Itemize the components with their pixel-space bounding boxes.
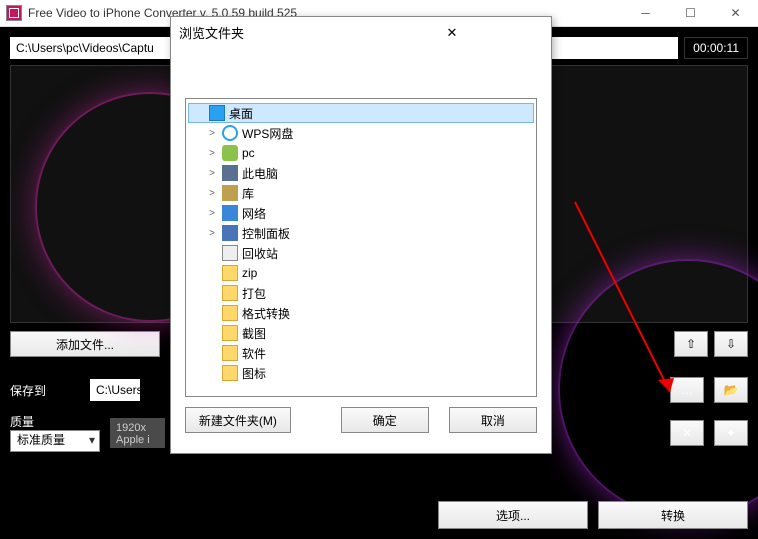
tree-node-cloud[interactable]: > WPS网盘	[188, 123, 534, 143]
ok-button[interactable]: 确定	[341, 407, 429, 433]
tree-node-pc[interactable]: > 此电脑	[188, 163, 534, 183]
cancel-button[interactable]: 取消	[449, 407, 537, 433]
tree-node-folder[interactable]: 格式转换	[188, 303, 534, 323]
convert-button[interactable]: 转换	[598, 501, 748, 529]
folder-icon	[222, 265, 238, 281]
quality-select[interactable]: 标准质量	[10, 430, 100, 452]
move-down-button[interactable]: ⇩	[714, 331, 748, 357]
options-button[interactable]: 选项...	[438, 501, 588, 529]
tree-node-user[interactable]: > pc	[188, 143, 534, 163]
tree-node-label: WPS网盘	[242, 125, 293, 142]
arrow-down-icon: ⇩	[726, 337, 736, 351]
expander-icon[interactable]: >	[206, 168, 218, 179]
expander-icon[interactable]: >	[206, 228, 218, 239]
settings-button[interactable]: ✕	[670, 420, 704, 446]
minimize-button[interactable]: ─	[623, 0, 668, 26]
folder-icon	[222, 305, 238, 321]
dialog-title: 浏览文件夹	[179, 23, 361, 42]
save-to-label: 保存到	[10, 382, 80, 399]
desktop-icon	[209, 105, 225, 121]
app-icon	[6, 5, 22, 21]
expander-icon[interactable]: >	[206, 208, 218, 219]
tree-node-folder[interactable]: 打包	[188, 283, 534, 303]
format-info: 1920x Apple i	[110, 418, 165, 448]
ellipsis-icon: …	[681, 383, 693, 397]
tree-node-folder[interactable]: 软件	[188, 343, 534, 363]
tree-node-label: 此电脑	[242, 165, 278, 182]
arrow-up-icon: ⇧	[686, 337, 696, 351]
maximize-button[interactable]: ☐	[668, 0, 713, 26]
folder-icon	[222, 345, 238, 361]
tree-node-net[interactable]: > 网络	[188, 203, 534, 223]
dialog-close-button[interactable]: ✕	[361, 25, 543, 41]
tree-node-label: 回收站	[242, 245, 278, 262]
tree-node-label: 打包	[242, 285, 266, 302]
pc-icon	[222, 165, 238, 181]
tree-node-desktop[interactable]: 桌面	[188, 103, 534, 123]
tree-node-label: zip	[242, 266, 257, 280]
tree-node-label: 网络	[242, 205, 266, 222]
tree-node-label: 图标	[242, 365, 266, 382]
lib-icon	[222, 185, 238, 201]
tree-node-label: 桌面	[229, 105, 253, 122]
wand-icon: ✦	[726, 426, 736, 440]
browse-button[interactable]: …	[670, 377, 704, 403]
cloud-icon	[222, 125, 238, 141]
ctrl-icon	[222, 225, 238, 241]
new-folder-button[interactable]: 新建文件夹(M)	[185, 407, 291, 433]
recycle-icon	[222, 245, 238, 261]
net-icon	[222, 205, 238, 221]
tree-node-lib[interactable]: >库	[188, 183, 534, 203]
gear-icon: ✕	[682, 426, 692, 440]
tree-node-label: 格式转换	[242, 305, 290, 322]
expander-icon[interactable]: >	[206, 128, 218, 139]
save-to-field[interactable]: C:\Users	[90, 379, 140, 401]
user-icon	[222, 145, 238, 161]
folder-tree[interactable]: 桌面>WPS网盘>pc>此电脑>库>网络>控制面板回收站zip打包格式转换截图软…	[185, 98, 537, 397]
expander-icon[interactable]: >	[206, 188, 218, 199]
tree-node-folder[interactable]: zip	[188, 263, 534, 283]
tree-node-folder[interactable]: 图标	[188, 363, 534, 383]
add-files-button[interactable]: 添加文件...	[10, 331, 160, 357]
folder-icon	[222, 325, 238, 341]
duration-label: 00:00:11	[684, 37, 748, 59]
open-folder-icon: 📂	[724, 383, 739, 397]
close-button[interactable]: ✕	[713, 0, 758, 26]
tree-node-ctrl[interactable]: > 控制面板	[188, 223, 534, 243]
tree-node-folder[interactable]: 截图	[188, 323, 534, 343]
folder-icon	[222, 365, 238, 381]
open-folder-button[interactable]: 📂	[714, 377, 748, 403]
tree-node-label: 软件	[242, 345, 266, 362]
tree-node-label: 截图	[242, 325, 266, 342]
tree-node-label: 控制面板	[242, 225, 290, 242]
expander-icon[interactable]: >	[206, 148, 218, 159]
browse-folder-dialog: 浏览文件夹 ✕ 桌面>WPS网盘>pc>此电脑>库>网络>控制面板回收站zip打…	[170, 16, 552, 454]
move-up-button[interactable]: ⇧	[674, 331, 708, 357]
tree-node-label: 库	[242, 185, 254, 202]
folder-icon	[222, 285, 238, 301]
quality-label: 质量	[10, 413, 80, 430]
effects-button[interactable]: ✦	[714, 420, 748, 446]
tree-node-recycle[interactable]: 回收站	[188, 243, 534, 263]
tree-node-label: pc	[242, 146, 255, 160]
